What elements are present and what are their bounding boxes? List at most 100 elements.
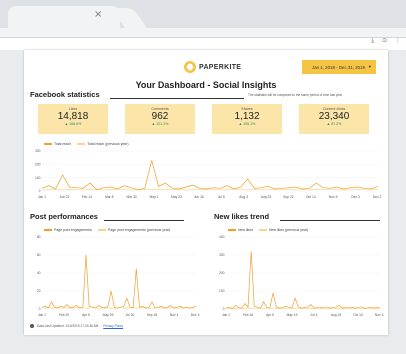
x-tick-label: Jun 16 bbox=[194, 195, 204, 199]
last-updated-text: Data Last Updated: 1/10/2019 17:23:36 AM… bbox=[37, 324, 101, 328]
legend-label: Total reach bbox=[54, 142, 72, 146]
close-tab-icon[interactable]: × bbox=[94, 9, 102, 20]
legend-label: New likes (previous year) bbox=[268, 228, 309, 232]
comparison-note: The statistics will be compared to the s… bbox=[248, 93, 343, 97]
y-tick-label: 100 bbox=[219, 289, 225, 293]
brand-logo: PAPERKITE bbox=[184, 60, 241, 74]
section-divider bbox=[280, 220, 380, 221]
info-icon bbox=[30, 324, 34, 328]
report-viewport: PAPERKITE Jan 1, 2019 - Dec 31, 2019 ▾ Y… bbox=[0, 50, 406, 354]
kpi-value: 14,818 bbox=[57, 111, 89, 122]
x-tick-label: Oct 14 bbox=[353, 313, 363, 317]
engagement-legend: Page post engagements Page post engageme… bbox=[44, 228, 170, 232]
legend-label: Total reach (previous year) bbox=[87, 142, 129, 146]
x-tick-label: May 19 bbox=[287, 313, 298, 317]
kpi-delta: ▲ 87.2% bbox=[326, 122, 342, 126]
x-tick-label: Sep 18 bbox=[147, 313, 158, 317]
y-tick-label: 200 bbox=[219, 271, 225, 275]
series-line-current bbox=[41, 160, 379, 191]
section-divider bbox=[104, 220, 184, 221]
report-page: PAPERKITE Jan 1, 2019 - Dec 31, 2019 ▾ Y… bbox=[24, 50, 388, 335]
series-line-previous bbox=[41, 189, 379, 191]
x-tick-label: Nov 4 bbox=[170, 313, 179, 317]
legend-item: Total reach bbox=[44, 142, 71, 146]
legend-swatch bbox=[77, 143, 86, 145]
date-range-value: Jan 1, 2019 - Dec 31, 2019 bbox=[312, 64, 365, 70]
x-tick-label: May 23 bbox=[171, 195, 182, 199]
kpi-likes: Likes 14,818 ▲ 166.6% bbox=[38, 104, 108, 134]
x-tick-label: Dec 27 bbox=[373, 195, 382, 199]
kpi-delta: ▲ 105.1% bbox=[238, 122, 256, 126]
x-tick-label: Apr 5 bbox=[266, 313, 274, 317]
date-range-picker[interactable]: Jan 1, 2019 - Dec 31, 2019 ▾ bbox=[302, 60, 376, 74]
x-tick-label: Dec 3 bbox=[351, 195, 360, 199]
x-tick-label: Sep 22 bbox=[283, 195, 294, 199]
x-tick-label: May 26 bbox=[103, 313, 114, 317]
y-tick-label: 0 bbox=[39, 307, 41, 311]
kpi-value: 962 bbox=[151, 111, 169, 122]
brand-name: PAPERKITE bbox=[199, 63, 242, 71]
y-tick-label: 80 bbox=[37, 235, 41, 239]
x-tick-label: Mar 30 bbox=[126, 195, 136, 199]
legend-swatch bbox=[97, 229, 106, 231]
new-likes-line-chart: 400 300 200 100 0 Jan 1 Feb 16 Apr 5 May 19 Jul 4… bbox=[219, 235, 384, 317]
y-tick-label: 0 bbox=[223, 307, 225, 311]
new-likes-section-title: New likes trend bbox=[214, 212, 270, 221]
y-tick-label: 100 bbox=[35, 176, 41, 180]
x-tick-label: Feb 14 bbox=[82, 195, 92, 199]
legend-label: Page post engagements (previous year) bbox=[107, 228, 171, 232]
x-tick-label: Jan 23 bbox=[59, 195, 69, 199]
browser-tab[interactable] bbox=[8, 6, 120, 28]
y-tick-label: 200 bbox=[35, 162, 41, 166]
footer-note: Data Last Updated: 1/10/2019 17:23:36 AM… bbox=[30, 324, 123, 328]
x-tick-label: Jul 20 bbox=[126, 313, 135, 317]
x-tick-label: Jan 1 bbox=[38, 313, 46, 317]
y-tick-label: 60 bbox=[37, 253, 41, 257]
legend-swatch bbox=[258, 229, 267, 231]
legend-swatch bbox=[44, 229, 52, 231]
kpi-comments: Comments 962 ▲ 121.1% bbox=[125, 104, 195, 134]
y-tick-label: 0 bbox=[39, 189, 41, 193]
x-tick-label: Nov 14 bbox=[375, 313, 384, 317]
address-bar[interactable] bbox=[0, 28, 406, 38]
chevron-down-icon: ▾ bbox=[368, 64, 371, 70]
post-performance-section-title: Post performances bbox=[30, 212, 98, 221]
x-tick-label: Feb 16 bbox=[243, 313, 253, 317]
x-tick-label: Jan 1 bbox=[38, 195, 46, 199]
x-tick-label: Mar 8 bbox=[105, 195, 114, 199]
browser-tab-strip: × bbox=[0, 0, 406, 28]
y-tick-label: 20 bbox=[37, 289, 41, 293]
toolbar-icons[interactable]: ⤓ ⊙ ⋮ bbox=[372, 37, 405, 45]
x-tick-label: Nov 5 bbox=[329, 195, 338, 199]
x-tick-label: Apr 5 bbox=[82, 313, 90, 317]
kpi-shares: Shares 1,132 ▲ 105.1% bbox=[212, 104, 282, 134]
legend-item: Page post engagements (previous year) bbox=[97, 228, 171, 232]
new-likes-legend: New likes New likes (previous year) bbox=[228, 228, 308, 232]
reach-legend: Total reach Total reach (previous year) bbox=[44, 142, 129, 146]
x-tick-label: Jul 4 bbox=[311, 313, 318, 317]
paperkite-logo-icon bbox=[184, 61, 196, 73]
legend-label: New likes bbox=[238, 228, 253, 232]
series-line-current bbox=[225, 251, 381, 309]
x-tick-label: Jan 1 bbox=[222, 313, 230, 317]
privacy-policy-link[interactable]: Privacy Policy bbox=[103, 324, 123, 328]
x-tick-label: Oct 14 bbox=[306, 195, 316, 199]
x-tick-label: Dec 14 bbox=[191, 313, 200, 317]
section-divider bbox=[110, 98, 244, 99]
legend-item: New likes (previous year) bbox=[258, 228, 309, 232]
legend-swatch bbox=[228, 229, 236, 231]
x-tick-label: Aug 3 bbox=[239, 195, 248, 199]
x-tick-label: Feb 20 bbox=[59, 313, 69, 317]
x-tick-label: Aug 25 bbox=[261, 195, 272, 199]
reach-line-chart: 300 200 100 0 Jan 1 Jan 23 Feb 14 Mar 8 Mar 30 Ma… bbox=[35, 149, 382, 199]
kpi-content-clicks: Content clicks 23,340 ▲ 87.2% bbox=[299, 104, 369, 134]
x-tick-label: Aug 19 bbox=[331, 313, 342, 317]
legend-label: Page post engagements bbox=[54, 228, 92, 232]
page-title: Your Dashboard - Social Insights bbox=[135, 80, 277, 90]
kpi-delta: ▲ 166.6% bbox=[64, 122, 82, 126]
series-line-current bbox=[41, 254, 197, 309]
y-tick-label: 300 bbox=[219, 253, 225, 257]
engagement-line-chart: 80 60 40 20 0 Jan 1 Feb 20 Apr 5 May 26 Jul 20 Sep… bbox=[37, 235, 200, 317]
legend-swatch bbox=[44, 143, 52, 145]
browser-toolbar bbox=[0, 38, 406, 50]
